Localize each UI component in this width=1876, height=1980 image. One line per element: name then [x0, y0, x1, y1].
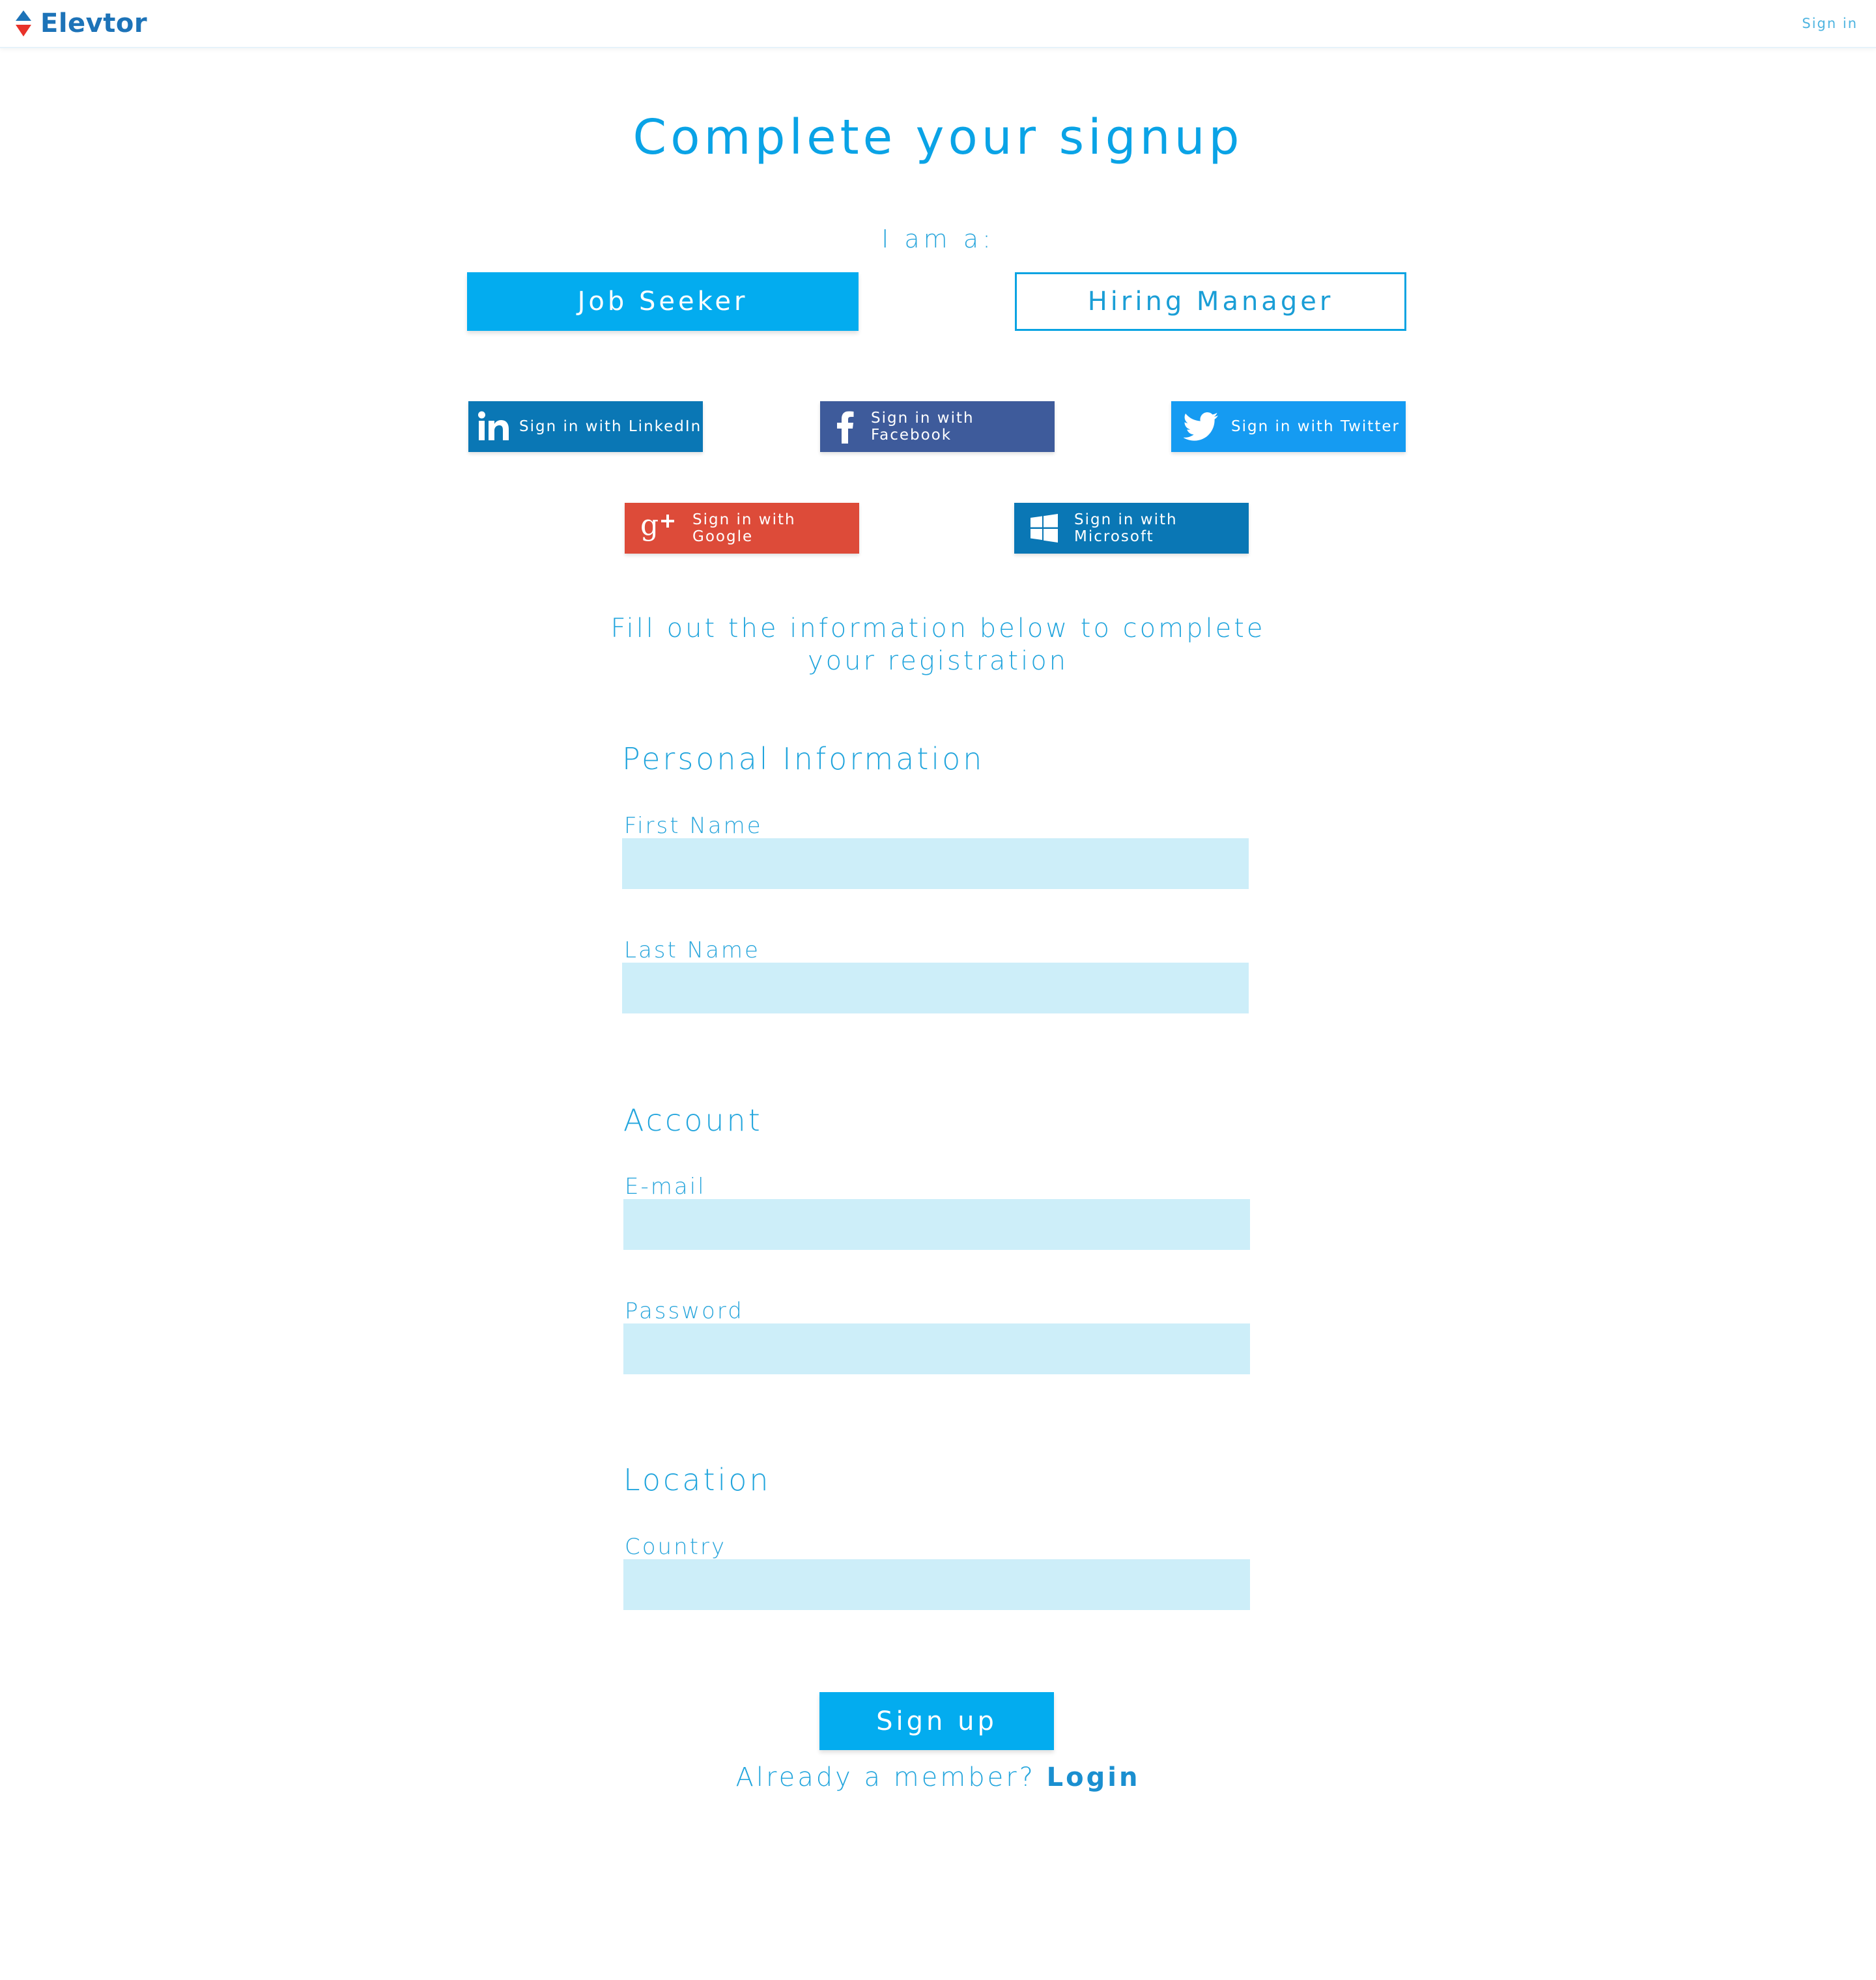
google-plus-icon: g: [625, 503, 692, 554]
country-label: Country: [625, 1534, 727, 1560]
password-label: Password: [625, 1298, 744, 1324]
instructions-line-1: Fill out the information below to comple…: [610, 614, 1266, 644]
microsoft-signin-button[interactable]: Sign in with Microsoft: [1014, 503, 1249, 554]
linkedin-icon: [468, 401, 519, 452]
facebook-signin-label: Sign in with Facebook: [871, 410, 974, 444]
linkedin-signin-button[interactable]: Sign in with LinkedIn: [468, 401, 703, 452]
account-heading: Account: [623, 1103, 763, 1138]
header-sign-in-link[interactable]: Sign in: [1802, 16, 1858, 31]
personal-information-heading: Personal Information: [622, 741, 985, 776]
last-name-label: Last Name: [624, 937, 760, 963]
already-member-line: Already a member? Login: [0, 1762, 1876, 1792]
facebook-signin-button[interactable]: Sign in with Facebook: [820, 401, 1055, 452]
first-name-label: First Name: [624, 813, 763, 839]
location-heading: Location: [623, 1462, 771, 1497]
facebook-icon: [820, 401, 871, 452]
email-label: E-mail: [625, 1174, 706, 1200]
first-name-input[interactable]: [622, 838, 1249, 889]
login-link[interactable]: Login: [1047, 1762, 1141, 1792]
elevator-logo-icon: [16, 10, 31, 36]
already-member-text: Already a member?: [735, 1762, 1036, 1792]
linkedin-signin-label: Sign in with LinkedIn: [519, 418, 702, 435]
role-label: I am a:: [881, 225, 995, 253]
country-input[interactable]: [623, 1559, 1250, 1610]
google-signin-button[interactable]: g Sign in with Google: [625, 503, 859, 554]
registration-instructions: Fill out the information below to comple…: [0, 612, 1876, 677]
google-signin-label: Sign in with Google: [692, 511, 796, 545]
sign-up-button[interactable]: Sign up: [819, 1692, 1054, 1750]
brand-logo[interactable]: Elevtor: [14, 8, 147, 39]
email-input[interactable]: [623, 1199, 1250, 1250]
twitter-signin-button[interactable]: Sign in with Twitter: [1171, 401, 1406, 452]
brand-name: Elevtor: [40, 8, 148, 38]
microsoft-signin-label: Sign in with Microsoft: [1074, 511, 1178, 545]
twitter-bird-icon: [1171, 401, 1231, 452]
last-name-input[interactable]: [622, 963, 1249, 1013]
job-seeker-button[interactable]: Job Seeker: [467, 272, 859, 331]
hiring-manager-button[interactable]: Hiring Manager: [1015, 272, 1406, 331]
password-input[interactable]: [623, 1323, 1250, 1374]
svg-text:g: g: [640, 511, 660, 542]
top-nav-bar: [0, 0, 1876, 48]
windows-icon: [1014, 503, 1074, 554]
page-title: Complete your signup: [632, 109, 1244, 165]
instructions-line-2: your registration: [807, 646, 1069, 676]
twitter-signin-label: Sign in with Twitter: [1231, 418, 1400, 435]
